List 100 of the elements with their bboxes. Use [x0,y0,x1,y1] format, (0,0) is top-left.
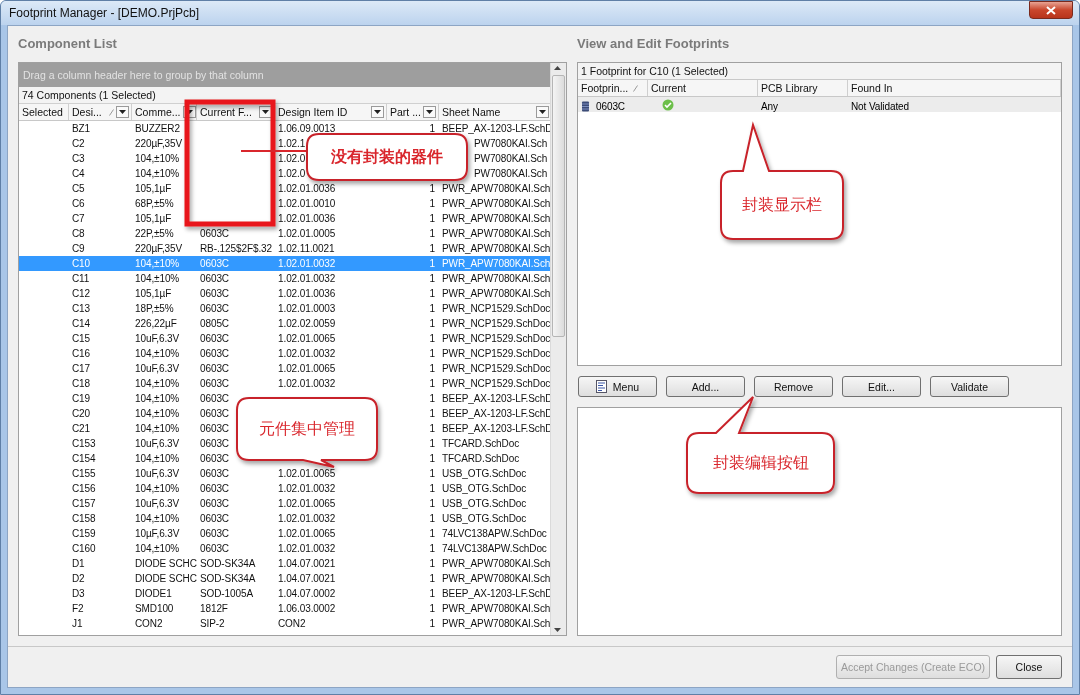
table-cell-text: 10uF,6.3V [135,437,180,451]
close-button[interactable] [1029,1,1073,19]
table-cell-text: 1 [429,287,435,301]
table-cell-text: 1 [429,197,435,211]
footprint-button[interactable]: Remove [754,376,833,397]
scroll-thumb[interactable] [552,75,565,337]
column-header[interactable]: Current [648,80,758,96]
table-cell-text: BEEP_AX-1203-LF.SchD [442,122,553,136]
table-cell-text: 1 [429,497,435,511]
filter-button[interactable] [116,106,129,118]
table-cell-text: 0603C [200,437,229,451]
table-cell-text: C159 [72,527,96,541]
footprint-button[interactable]: Validate [930,376,1009,397]
table-cell-text: 1 [429,437,435,451]
table-cell-text: 104,±10% [135,512,180,526]
table-cell-text: SIP-2 [200,617,225,631]
table-cell-text: PWR_APW7080KAI.Sch [442,197,551,211]
table-cell-text: 1.02.01.0065 [278,362,336,376]
callout-text: 封装编辑按钮 [712,452,809,474]
table-cell-text: 1.02.01.0065 [278,467,336,481]
table-cell-text: 1 [429,467,435,481]
filter-button[interactable] [371,106,384,118]
dropdown-icon [262,110,269,114]
table-cell-text: 1 [429,572,435,586]
table-cell-text: 1 [429,422,435,436]
table-cell-text: 1.02.1 [278,137,306,151]
table-cell-text: 1 [429,332,435,346]
table-cell-text: PWR_NCP1529.SchDoc [442,377,551,391]
table-cell-text: 1 [429,392,435,406]
table-cell-text: 0603C [200,422,229,436]
table-cell-text: C16 [72,347,91,361]
column-header[interactable]: Selected [19,104,69,120]
table-cell-text: 1 [429,602,435,616]
dropdown-icon [426,110,433,114]
column-header[interactable]: Part ... [387,104,439,120]
table-cell-text: 1 [429,227,435,241]
table-cell-text: J1 [72,617,83,631]
column-header[interactable]: PCB Library [758,80,848,96]
table-cell-text: USB_OTG.SchDoc [442,512,527,526]
table-cell-text: 1.02.01.0065 [278,332,336,346]
column-header[interactable]: Comme... [132,104,197,120]
table-cell-text: 10uF,6.3V [135,467,180,481]
sort-icon [633,85,639,92]
table-cell-text: 1.02.01.0036 [278,287,336,301]
table-cell-text: 10uF,6.3V [135,332,180,346]
table-cell-text: C155 [72,467,96,481]
footprint-row[interactable]: 0603C Any Not Validated [578,97,1061,112]
table-cell-text: 1.02.01.0032 [278,257,336,271]
filter-button[interactable] [423,106,436,118]
column-header[interactable]: Current F... [197,104,275,120]
column-header[interactable]: Design Item ID [275,104,387,120]
close-dialog-button[interactable]: Close [996,655,1062,679]
table-cell-text: 104,±10% [135,347,180,361]
table-cell-text: C5 [72,182,85,196]
column-header[interactable]: Footprin... [578,80,648,96]
table-cell-text: RB-.125$2F$.32 [200,242,272,256]
table-cell-text: C158 [72,512,96,526]
table-cell-text: 0805C [200,317,229,331]
table-cell-text: 1.02.0 [278,152,306,166]
table-cell-text: 1.04.07.0002 [278,587,336,601]
table-cell-text: 22P,±5% [135,227,174,241]
table-cell-text: 105,1µF [135,182,172,196]
scrollbar[interactable] [550,63,566,635]
scroll-up-icon [551,63,564,73]
table-cell-text: 1 [429,122,435,136]
table-cell-text: C160 [72,542,96,556]
table-cell-text: 0603C [200,392,229,406]
table-cell-text: 1 [429,452,435,466]
table-cell-text: C19 [72,392,91,406]
table-cell-text: 1 [429,347,435,361]
footprint-button[interactable]: Add... [666,376,745,397]
column-header[interactable]: Found In [848,80,1061,96]
table-cell-text: C10 [72,257,91,271]
table-cell-text: TFCARD.SchDoc [442,437,520,451]
table-cell-text: C7 [72,212,85,226]
table-cell-text: CON2 [278,617,306,631]
table-cell-text: C4 [72,167,85,181]
table-cell-text: SOD-1005A [200,587,254,601]
table-cell-text: 1 [429,302,435,316]
table-cell-text: DIODE SCHC [135,557,197,571]
table-cell-text: 1.04.07.0021 [278,572,336,586]
table-cell-text: 1 [429,212,435,226]
table-cell-text: 0603C [200,302,229,316]
table-cell-text: 104,±10% [135,422,180,436]
table-cell-text: PWR_APW7080KAI.Sch [442,602,551,616]
column-header[interactable]: Desi... [69,104,132,120]
table-cell-text: BEEP_AX-1203-LF.SchD [442,407,553,421]
table-cell-text: 0603C [200,512,229,526]
filter-button[interactable] [536,106,549,118]
table-cell-text: 1812F [200,602,228,616]
table-cell-text: 1.02.0 [278,167,306,181]
window-title: Footprint Manager - [DEMO.PrjPcb] [9,6,200,20]
table-cell-text: 105,1µF [135,287,172,301]
table-cell-text: 104,±10% [135,482,180,496]
table-cell-text: 104,±10% [135,377,180,391]
table-cell-text: 104,±10% [135,152,180,166]
footprint-button[interactable]: Edit... [842,376,921,397]
menu-button[interactable]: Menu [578,376,657,397]
table-cell-text: 1 [429,617,435,631]
table-cell-text: 0603C [200,287,229,301]
